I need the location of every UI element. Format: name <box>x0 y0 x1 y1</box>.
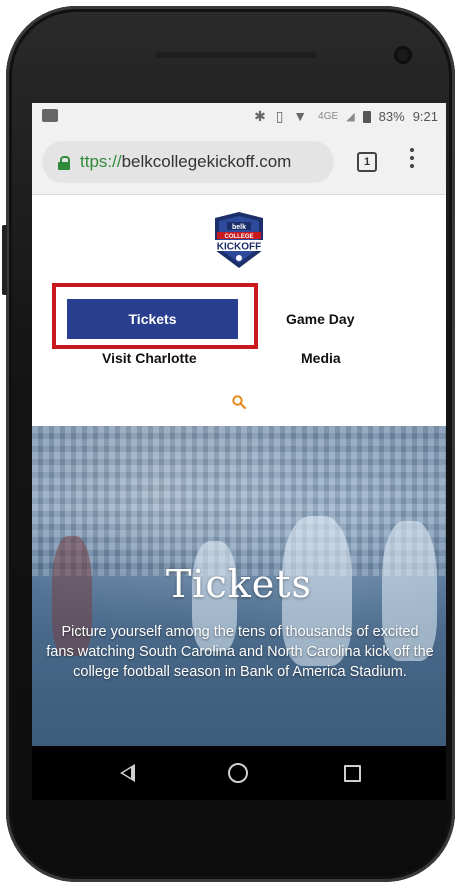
recents-icon[interactable] <box>344 765 361 782</box>
nav-visit-charlotte-link[interactable]: Visit Charlotte <box>102 350 197 366</box>
earpiece <box>156 52 316 58</box>
bluetooth-vibrate-wifi-icon: ✱ ▯ ▼ <box>254 108 311 124</box>
network-label: 4GE <box>318 111 339 122</box>
home-icon[interactable] <box>228 763 248 783</box>
search-icon[interactable] <box>232 395 246 409</box>
battery-icon <box>362 110 371 123</box>
back-icon-inner <box>123 768 131 778</box>
android-nav-bar <box>32 746 446 800</box>
overflow-menu-button[interactable] <box>410 148 414 172</box>
url-text[interactable]: ttps://belkcollegekickoff.com <box>80 152 291 172</box>
side-button <box>2 225 7 295</box>
hero-title: Tickets <box>165 562 313 606</box>
nav-media-link[interactable]: Media <box>301 350 341 366</box>
lock-icon <box>58 156 70 170</box>
camera-icon <box>394 46 412 64</box>
url-scheme: ttps:// <box>80 152 122 171</box>
clock: 9:21 <box>412 109 438 124</box>
status-right: ✱ ▯ ▼ 4GE ◢ 83% 9:21 <box>254 108 438 125</box>
browser-toolbar: ttps://belkcollegekickoff.com 1 <box>32 130 446 195</box>
tab-switcher-button[interactable]: 1 <box>357 152 377 172</box>
menu-dot <box>410 156 414 160</box>
logo-kickoff-text: KICKOFF <box>217 242 261 253</box>
logo-college-text: COLLEGE <box>224 234 253 240</box>
menu-dot <box>410 164 414 168</box>
nav-game-day-link[interactable]: Game Day <box>286 311 354 327</box>
hero-description: Picture yourself among the tens of thous… <box>46 624 434 680</box>
status-bar: ✱ ▯ ▼ 4GE ◢ 83% 9:21 <box>32 103 446 130</box>
url-host: belkcollegekickoff.com <box>121 152 292 171</box>
nav-tickets-button[interactable]: Tickets <box>67 299 238 339</box>
address-bar[interactable]: ttps://belkcollegekickoff.com <box>42 141 334 183</box>
phone-screen: ✱ ▯ ▼ 4GE ◢ 83% 9:21 ttps://belkcollegek… <box>32 103 446 800</box>
battery-percent: 83% <box>378 109 405 124</box>
belk-college-kickoff-logo[interactable]: belk COLLEGE KICKOFF <box>207 210 271 270</box>
signal-icon: ◢ <box>346 111 355 123</box>
hero-banner: Tickets Picture yourself among the tens … <box>32 426 446 746</box>
image-notification-icon <box>42 109 58 122</box>
logo-belk-text: belk <box>232 224 246 231</box>
menu-dot <box>410 148 414 152</box>
